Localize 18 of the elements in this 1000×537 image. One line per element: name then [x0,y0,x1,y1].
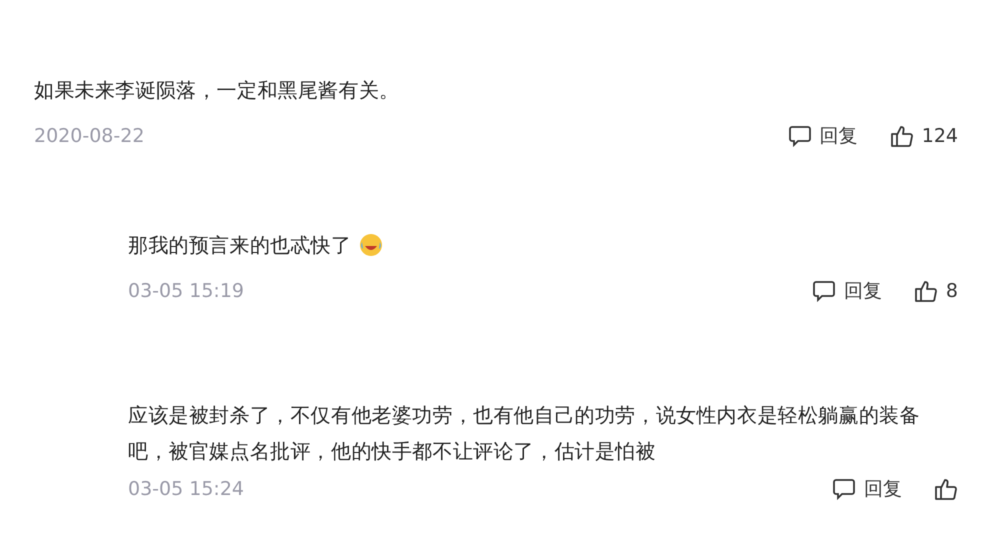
comment-time: 03-05 15:19 [128,278,244,304]
like-count: 124 [922,124,958,149]
comment-text: 那我的预言来的也忒快了 [128,232,352,258]
comment-text: 应该是被封杀了，不仅有他老婆功劳，也有他自己的功劳，说女性内衣是轻松躺赢的装备吧，被官媒点名批评，他的快手都不让评论了，估计是怕被 [128,402,921,465]
reply-link[interactable]: 回复 [820,122,858,150]
comment-time: 03-05 15:24 [128,477,244,502]
comment-time: 2020-08-22 [34,124,144,149]
comment-icon [788,124,812,148]
comment-text: 如果未来李诞陨落，一定和黑尾酱有关。 [34,77,400,104]
thumbs-up-icon [914,278,938,303]
thumbs-up-icon [890,124,914,148]
reply-link[interactable]: 回复 [864,475,902,504]
reply-link[interactable]: 回复 [844,276,882,305]
thumbs-up-icon [934,477,958,502]
like-count: 8 [946,278,958,304]
comment-icon [812,278,836,303]
comment-icon [832,477,856,502]
emoji-icon [359,232,384,256]
